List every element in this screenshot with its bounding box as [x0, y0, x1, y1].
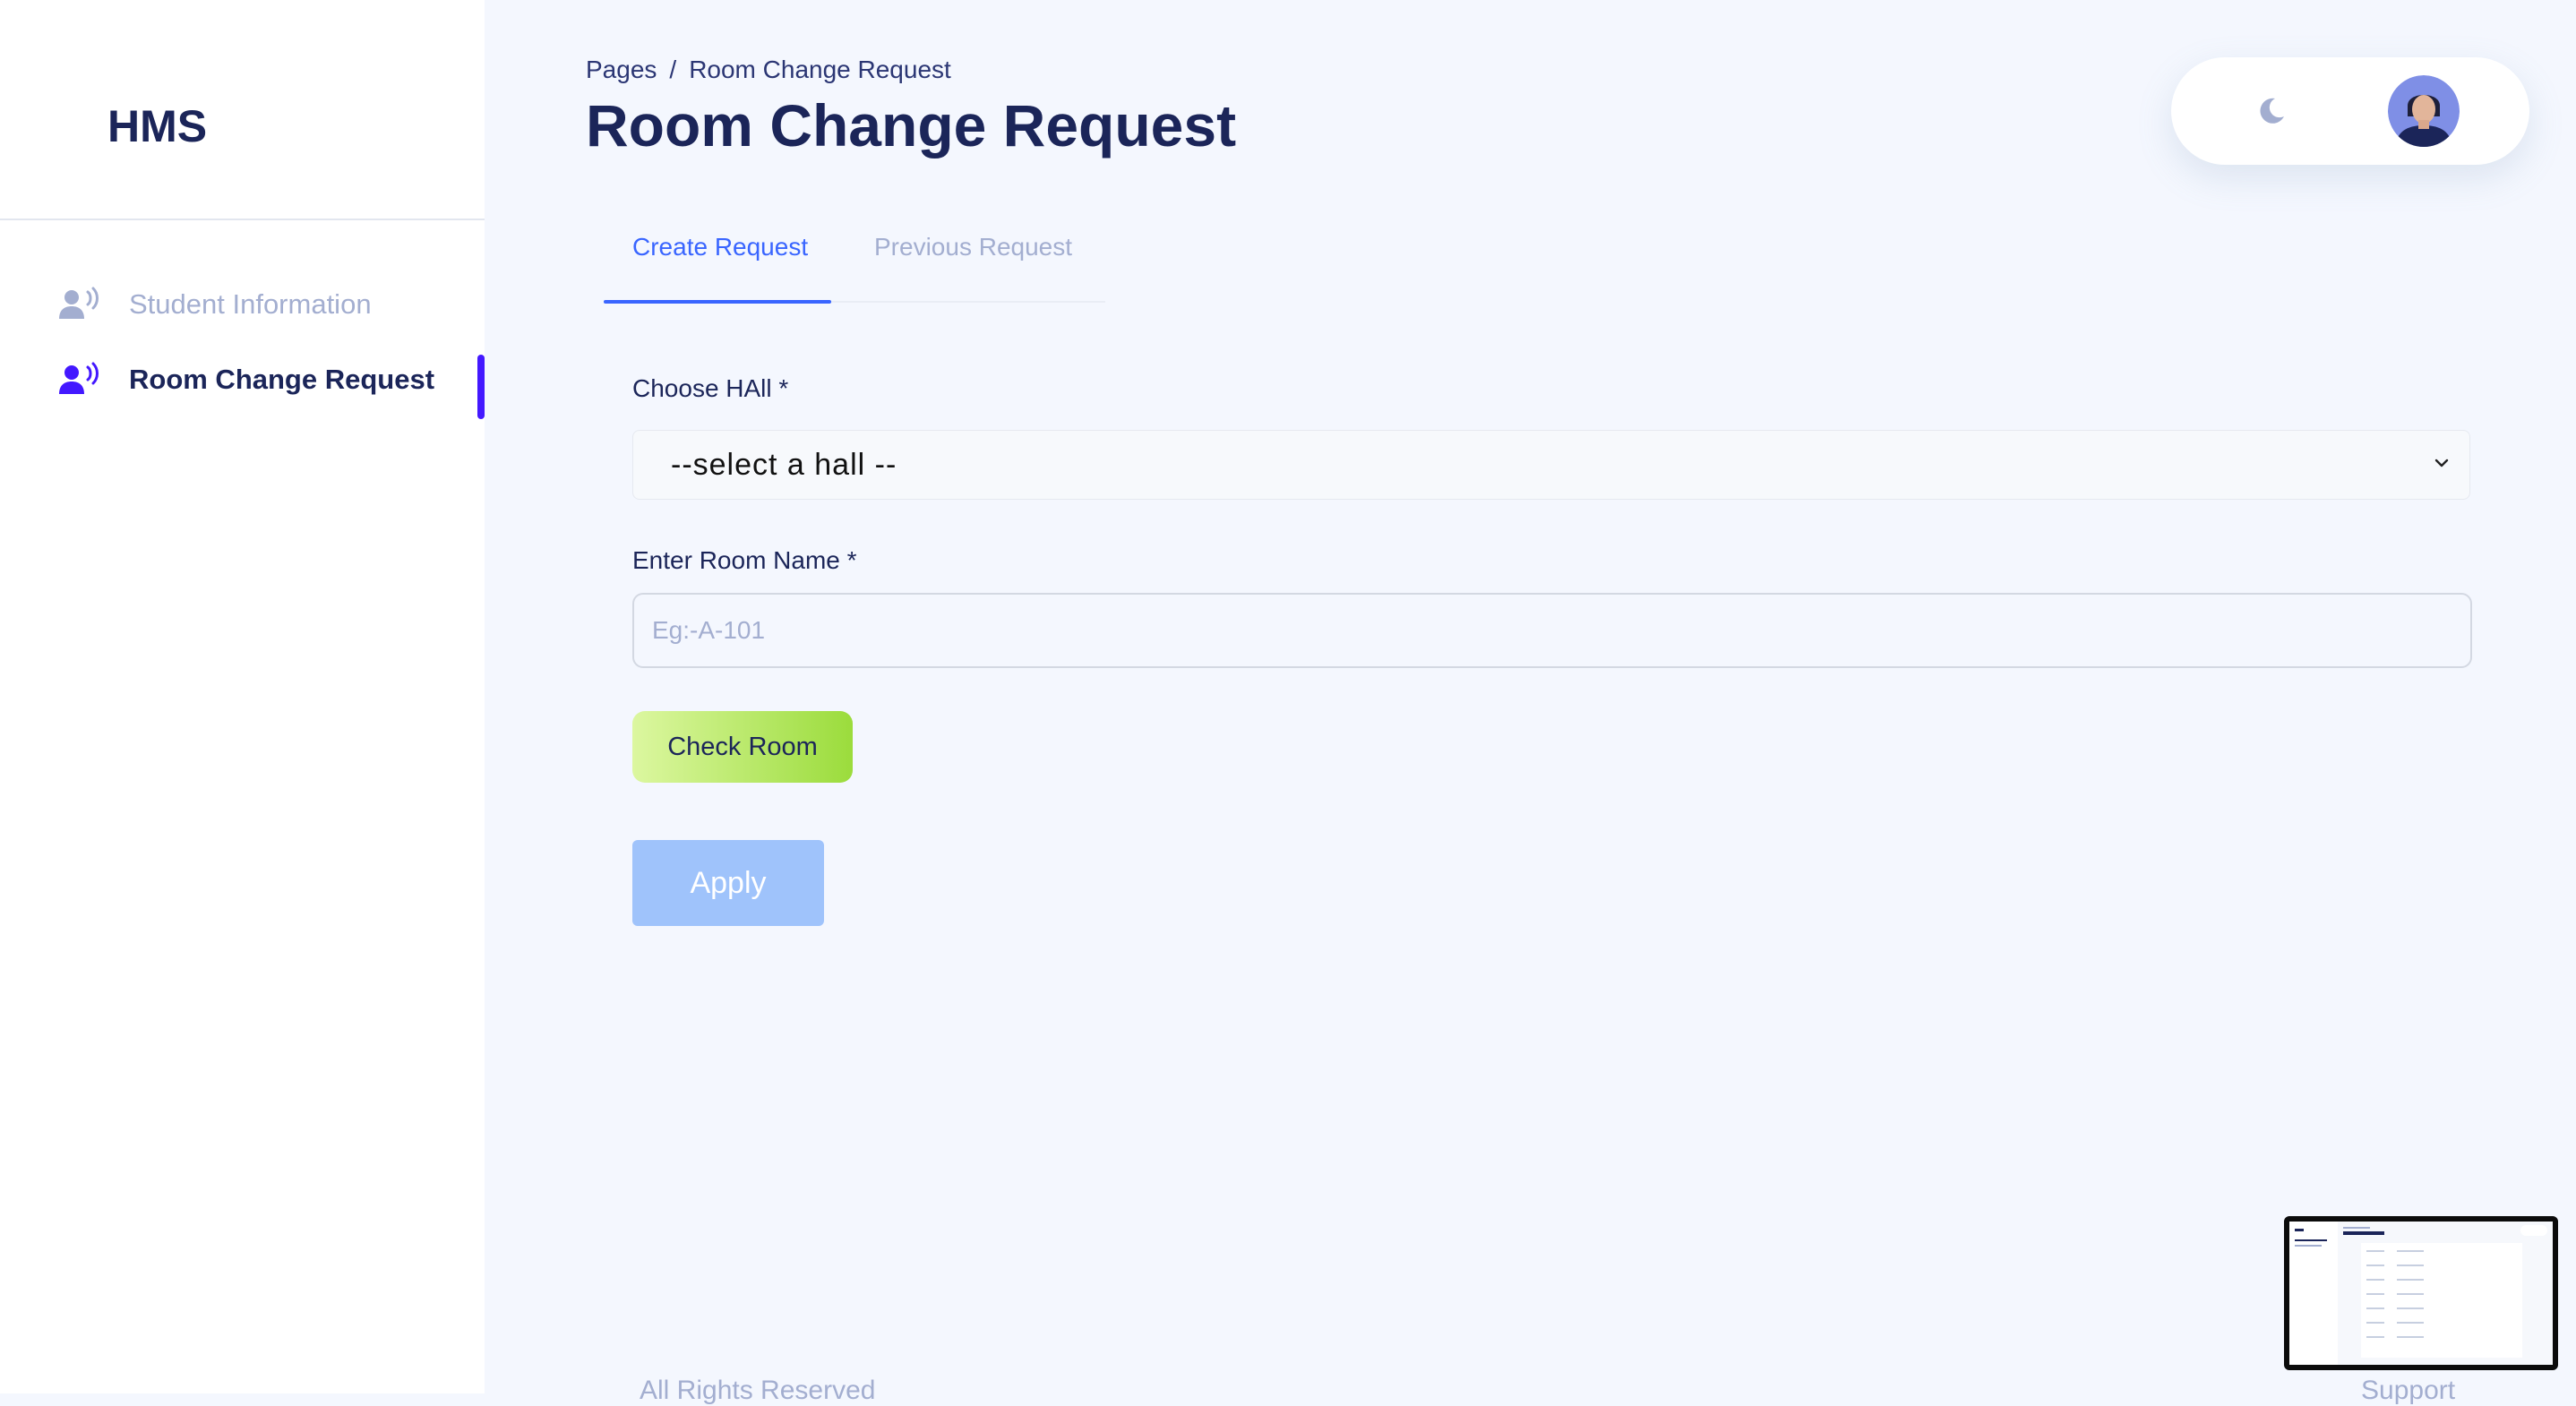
sidebar-item-label: Student Information — [129, 288, 372, 320]
request-tabs: Create Request Previous Request — [604, 206, 1105, 304]
tab-create-request[interactable]: Create Request — [632, 233, 808, 261]
users-icon — [57, 362, 100, 398]
room-name-input[interactable] — [632, 593, 2472, 668]
active-nav-indicator — [477, 355, 485, 419]
hall-select-value: --select a hall -- — [671, 447, 897, 482]
breadcrumb-current: Room Change Request — [689, 56, 951, 83]
breadcrumb-separator: / — [669, 56, 677, 83]
check-room-button[interactable]: Check Room — [632, 711, 853, 783]
sidebar-item-label: Room Change Request — [129, 364, 435, 395]
active-tab-underline — [604, 300, 831, 304]
breadcrumb-root[interactable]: Pages — [586, 56, 657, 83]
preview-thumbnail[interactable] — [2284, 1216, 2558, 1370]
hall-label: Choose HAll * — [632, 374, 789, 402]
room-label: Enter Room Name * — [632, 546, 857, 574]
footer-support-link[interactable]: Support — [2361, 1376, 2455, 1406]
users-icon — [57, 287, 100, 322]
chevron-down-icon — [2432, 453, 2451, 477]
avatar[interactable] — [2388, 75, 2460, 147]
sidebar: HMS Student Information Room Change Requ… — [0, 0, 485, 1393]
sidebar-item-room-change-request[interactable]: Room Change Request — [57, 351, 434, 408]
brand-logo: HMS — [107, 101, 208, 151]
sidebar-item-student-information[interactable]: Student Information — [57, 276, 372, 333]
apply-button[interactable]: Apply — [632, 840, 824, 926]
header-toolbar — [2171, 57, 2529, 165]
page-title: Room Change Request — [586, 92, 1237, 159]
sidebar-divider — [0, 219, 485, 220]
tab-previous-request[interactable]: Previous Request — [874, 233, 1072, 261]
footer-copyright: All Rights Reserved — [640, 1376, 876, 1405]
breadcrumb: Pages / Room Change Request — [586, 56, 951, 84]
moon-icon[interactable] — [2254, 93, 2289, 129]
hall-select[interactable]: --select a hall -- — [632, 430, 2470, 500]
preview-thumbnail-image — [2289, 1222, 2553, 1365]
